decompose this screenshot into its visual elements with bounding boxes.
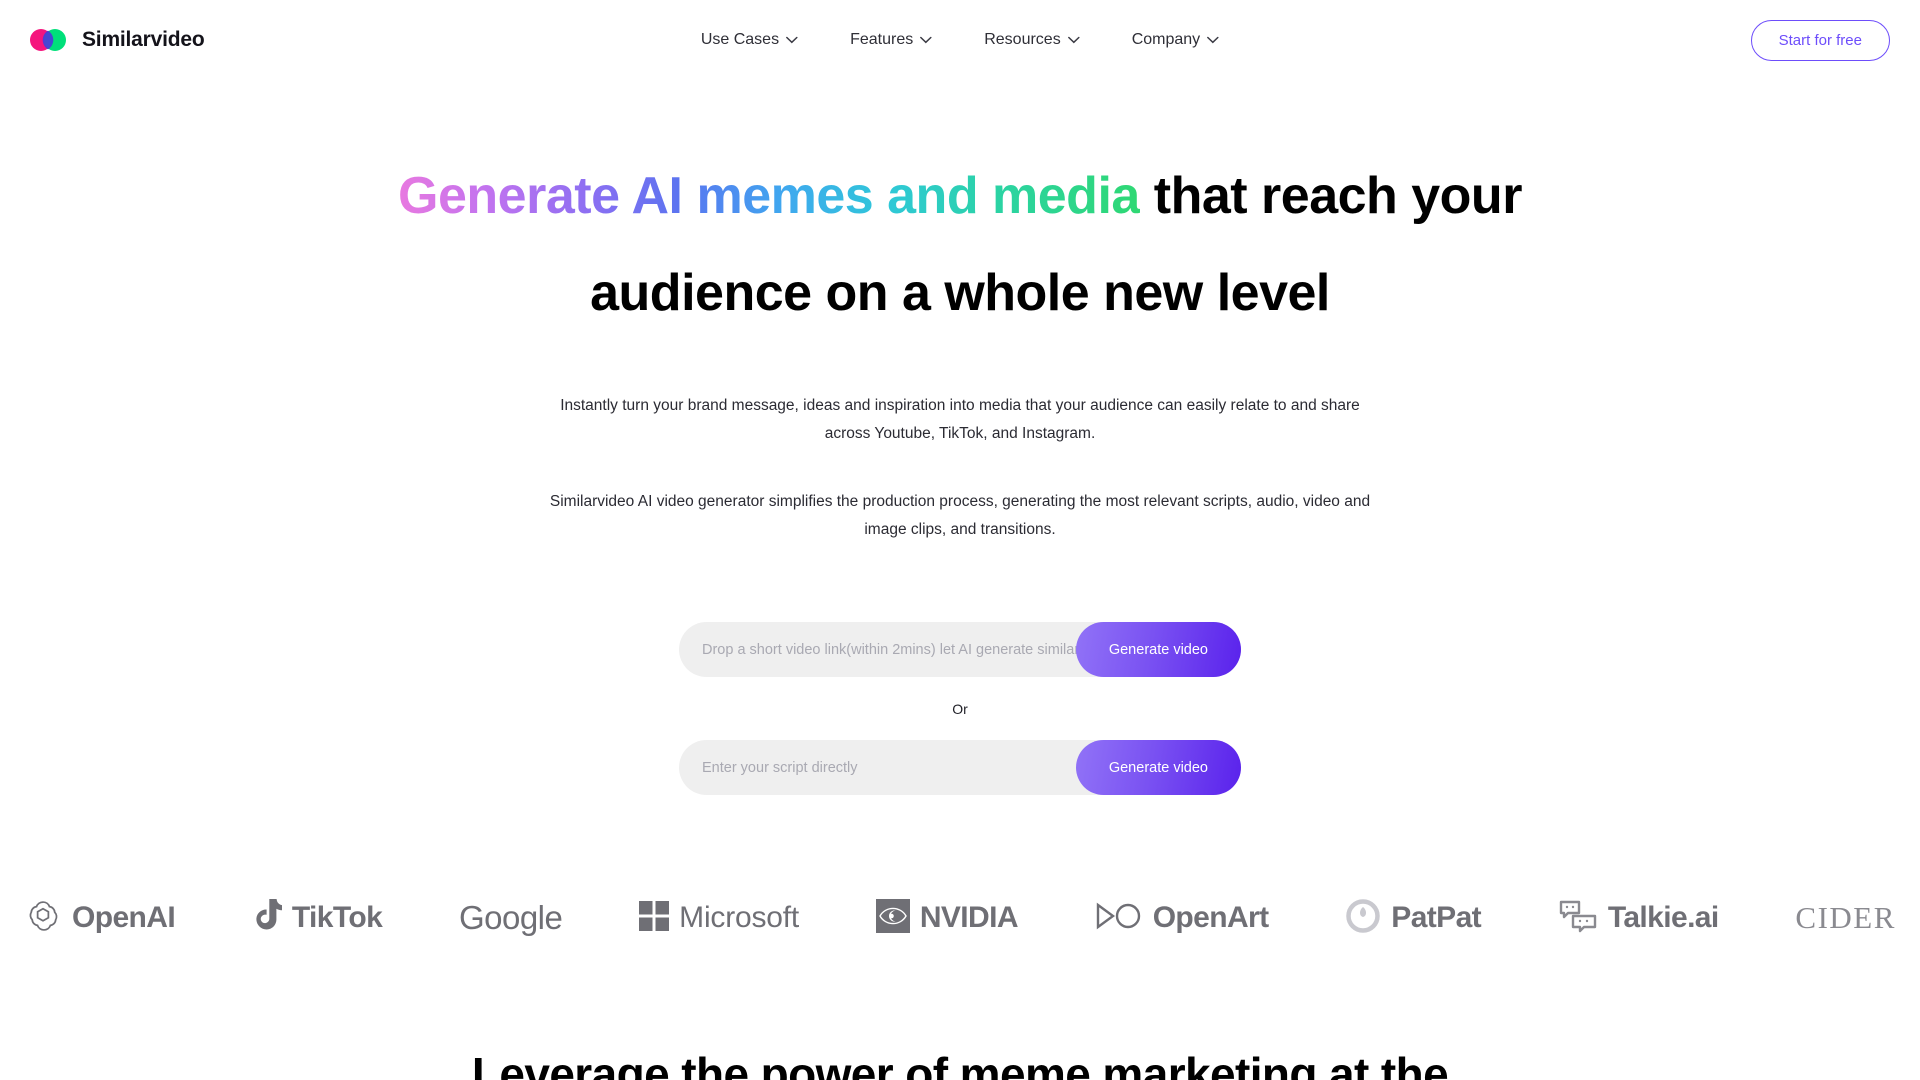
site-header: Similarvideo Use Cases Features Resource… xyxy=(0,0,1920,80)
microsoft-icon xyxy=(639,900,670,936)
hero-paragraph-2: Similarvideo AI video generator simplifi… xyxy=(549,493,1371,538)
chevron-down-icon xyxy=(1207,31,1219,49)
brand-logo[interactable]: Similarvideo xyxy=(28,28,205,52)
logo-label: OpenArt xyxy=(1152,901,1269,934)
talkie-chat-icon xyxy=(1558,898,1598,939)
nav-item-label: Features xyxy=(850,31,914,48)
openart-icon xyxy=(1095,900,1143,937)
tiktok-icon xyxy=(252,898,282,938)
script-row: Generate video xyxy=(679,740,1241,795)
chevron-down-icon xyxy=(1067,31,1080,49)
logo-microsoft: Microsoft xyxy=(639,900,800,936)
logo-patpat: PatPat xyxy=(1345,898,1482,939)
main-navigation: Use Cases Features Resources Company xyxy=(701,31,1219,49)
generator-section: Generate video Or Generate video xyxy=(0,622,1920,795)
headline-line-2: audience on a whole new level xyxy=(590,264,1330,322)
generate-video-from-script-button[interactable]: Generate video xyxy=(1075,740,1241,795)
logo-label: TikTok xyxy=(291,901,383,934)
page-title: Generate AI memes and media that reach y… xyxy=(0,80,1920,342)
nav-item-label: Company xyxy=(1131,31,1201,48)
openai-icon xyxy=(24,897,62,940)
nav-item-label: Use Cases xyxy=(700,31,780,48)
logo-openart: OpenArt xyxy=(1095,900,1269,937)
similarvideo-logo-icon xyxy=(28,28,70,52)
logo-label: NVIDIA xyxy=(919,901,1019,934)
logo-google: Google xyxy=(458,899,563,937)
logo-label: CIDER xyxy=(1795,900,1896,935)
brand-name: Similarvideo xyxy=(82,28,205,51)
logo-label: Talkie.ai xyxy=(1607,901,1719,934)
video-link-row: Generate video xyxy=(679,622,1241,677)
nav-item-label: Resources xyxy=(984,31,1061,48)
headline-plain-text: that reach your xyxy=(1139,167,1523,225)
nav-item-resources[interactable]: Resources xyxy=(984,31,1080,49)
logo-label: PatPat xyxy=(1391,901,1482,934)
hero-paragraph-1: Instantly turn your brand message, ideas… xyxy=(560,397,1360,442)
logo-label: Microsoft xyxy=(679,901,800,934)
logo-label: Google xyxy=(458,899,563,936)
logo-label: OpenAI xyxy=(72,901,176,934)
partner-logo-strip: OpenAI TikTok Google Microsoft NVIDIA Op… xyxy=(0,883,1920,953)
chevron-down-icon xyxy=(786,31,798,49)
patpat-icon xyxy=(1345,898,1381,939)
nav-item-company[interactable]: Company xyxy=(1132,31,1219,49)
logo-openai: OpenAI xyxy=(24,897,176,940)
chevron-down-icon xyxy=(920,31,932,49)
logo-nvidia: NVIDIA xyxy=(875,898,1019,938)
or-separator: Or xyxy=(952,701,968,717)
nav-item-use-cases[interactable]: Use Cases xyxy=(701,31,798,49)
logo-cider: CIDER xyxy=(1795,900,1896,936)
nav-item-features[interactable]: Features xyxy=(850,31,932,49)
logo-tiktok: TikTok xyxy=(252,898,383,938)
logo-talkie: Talkie.ai xyxy=(1558,898,1719,939)
headline-gradient-text: Generate AI memes and media xyxy=(398,167,1140,225)
nvidia-icon xyxy=(875,898,910,938)
section-heading: Leverage the power of meme marketing at … xyxy=(471,1048,1449,1080)
generate-video-from-link-button[interactable]: Generate video xyxy=(1075,622,1241,677)
hero-section: Generate AI memes and media that reach y… xyxy=(0,80,1920,1080)
start-for-free-button[interactable]: Start for free xyxy=(1750,19,1890,61)
